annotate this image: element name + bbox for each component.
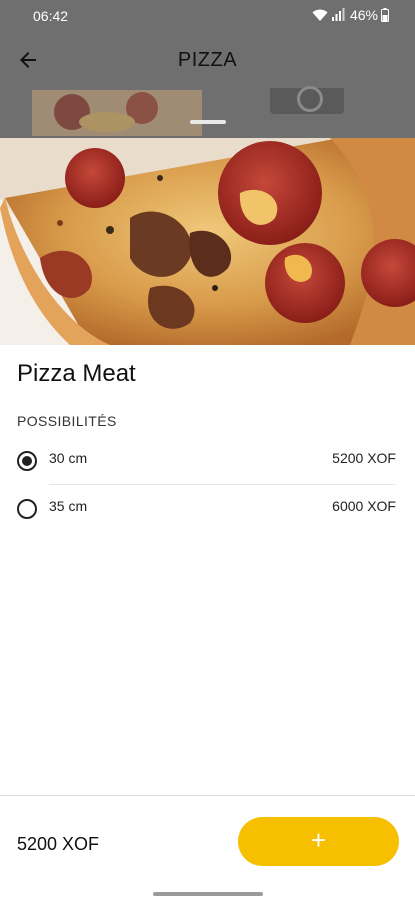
radio-button[interactable] (17, 499, 37, 519)
background-app-scrim: 06:42 46% PIZZA (0, 0, 415, 138)
home-indicator (153, 892, 263, 896)
battery-percent: 46% (349, 7, 378, 23)
option-label: 35 cm (49, 498, 88, 514)
status-icons: 46% (312, 7, 389, 23)
option-divider (49, 484, 396, 485)
camera-icon (270, 86, 344, 114)
option-30cm[interactable]: 30 cm 5200 XOF (0, 438, 415, 484)
option-price: 5200 XOF (332, 450, 396, 466)
page-title: PIZZA (177, 49, 238, 71)
sheet-grab-handle[interactable] (190, 120, 226, 124)
option-35cm[interactable]: 35 cm 6000 XOF (0, 486, 415, 532)
order-footer: 5200 XOF + (0, 795, 415, 900)
signal-icon (331, 8, 345, 21)
radio-button-selected[interactable] (17, 451, 37, 471)
options-section-label: POSSIBILITÉS (17, 413, 117, 429)
add-to-cart-button[interactable]: + (238, 817, 399, 866)
background-thumbnail (32, 90, 202, 136)
app-bar: PIZZA (0, 32, 415, 88)
product-name: Pizza Meat (17, 360, 136, 387)
option-price: 6000 XOF (332, 498, 396, 514)
product-sheet: Pizza Meat POSSIBILITÉS 30 cm 5200 XOF 3… (0, 138, 415, 900)
option-label: 30 cm (49, 450, 88, 466)
status-time: 06:42 (33, 8, 69, 24)
battery-icon (381, 8, 389, 22)
total-price: 5200 XOF (17, 834, 100, 854)
wifi-icon (312, 9, 328, 21)
pizza-meat-photo (0, 138, 415, 345)
status-bar: 06:42 46% (0, 0, 415, 32)
